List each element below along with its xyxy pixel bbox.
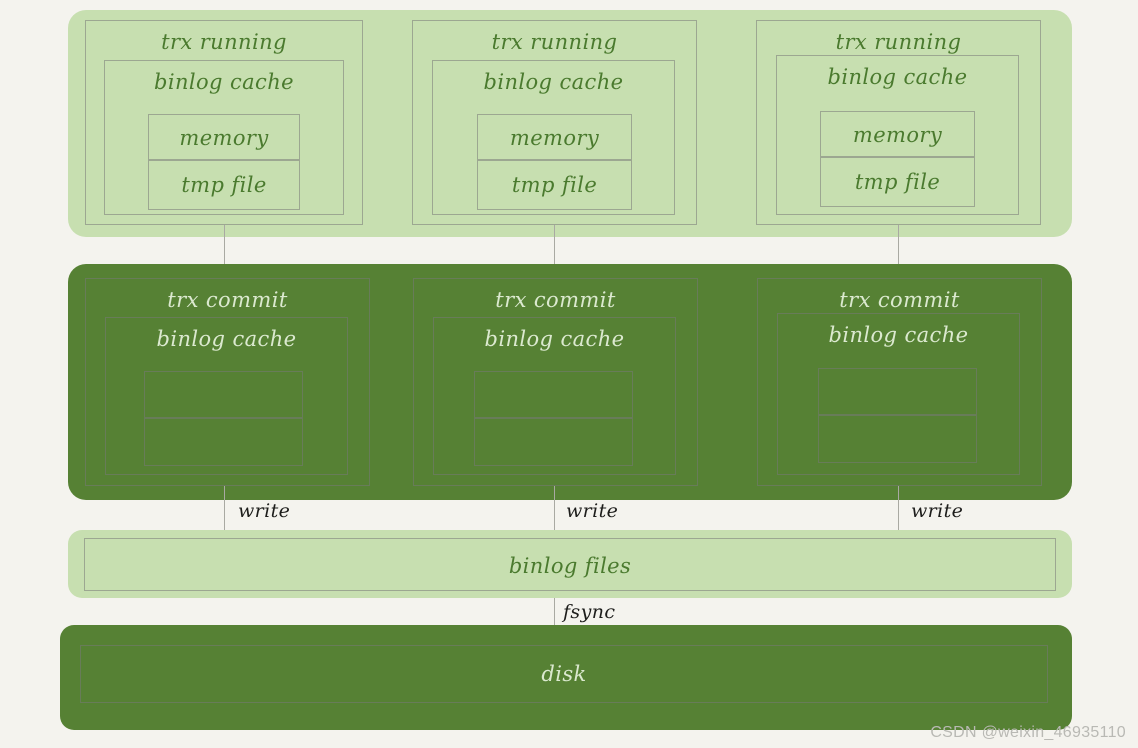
arrow-write-1-label: write <box>238 500 291 522</box>
disk-label: disk <box>541 662 587 686</box>
commit-slot-box-3b[interactable] <box>818 415 977 463</box>
trx-running-label-3: trx running <box>835 30 962 54</box>
commit-slot-box-1b[interactable] <box>144 418 303 466</box>
commit-slot-box-3a[interactable] <box>818 368 977 415</box>
trx-running-label-1: trx running <box>161 30 287 54</box>
tmp-file-label-1: tmp file <box>181 173 267 197</box>
trx-commit-label-2: trx commit <box>495 288 616 312</box>
binlog-cache-label-3: binlog cache <box>827 65 968 89</box>
trx-commit-label-3: trx commit <box>839 288 960 312</box>
binlog-files-box[interactable]: binlog files <box>84 538 1056 591</box>
commit-binlog-cache-label-3: binlog cache <box>828 323 969 347</box>
trx-commit-label-1: trx commit <box>167 288 288 312</box>
watermark: CSDN @weixin_46935110 <box>930 724 1126 741</box>
commit-binlog-cache-label-2: binlog cache <box>484 327 625 351</box>
diagram-canvas: trx running binlog cache memory tmp file… <box>0 0 1138 748</box>
tmp-file-box-2[interactable]: tmp file <box>477 160 632 210</box>
commit-binlog-cache-label-1: binlog cache <box>156 327 297 351</box>
binlog-cache-label-1: binlog cache <box>154 70 294 94</box>
memory-box-3[interactable]: memory <box>820 111 975 157</box>
commit-slot-box-1a[interactable] <box>144 371 303 418</box>
tmp-file-box-3[interactable]: tmp file <box>820 157 975 207</box>
tmp-file-box-1[interactable]: tmp file <box>148 160 300 210</box>
arrow-write-3-label: write <box>911 500 964 522</box>
arrow-fsync-label: fsync <box>563 601 616 623</box>
disk-box[interactable]: disk <box>80 645 1048 703</box>
binlog-cache-label-2: binlog cache <box>483 70 624 94</box>
memory-box-1[interactable]: memory <box>148 114 300 160</box>
tmp-file-label-3: tmp file <box>854 170 941 194</box>
memory-label-2: memory <box>509 126 600 150</box>
memory-box-2[interactable]: memory <box>477 114 632 160</box>
tmp-file-label-2: tmp file <box>511 173 598 197</box>
commit-slot-box-2a[interactable] <box>474 371 633 418</box>
arrow-write-2-label: write <box>566 500 619 522</box>
trx-running-label-2: trx running <box>491 30 618 54</box>
commit-slot-box-2b[interactable] <box>474 418 633 466</box>
memory-label-1: memory <box>179 126 269 150</box>
binlog-files-label: binlog files <box>508 554 632 578</box>
memory-label-3: memory <box>852 123 943 147</box>
